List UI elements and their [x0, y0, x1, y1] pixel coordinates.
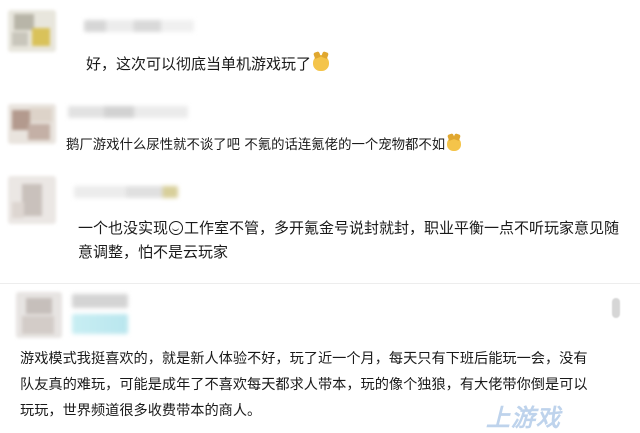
comment-3: 一个也没实现 工作室不管，多开氪金号说封就封，职业平衡一点不听玩家意见随 意调整，… — [0, 170, 640, 282]
avatar[interactable] — [16, 292, 62, 338]
smile-emoji-icon — [169, 221, 184, 235]
avatar[interactable] — [8, 176, 56, 224]
user-tag-blurred — [72, 314, 128, 334]
comment-text: 一个也没实现 工作室不管，多开氪金号说封就封，职业平衡一点不听玩家意见随 意调整，… — [78, 216, 619, 264]
comment-2: 鹅厂游戏什么尿性就不谈了吧 不氪的话连氪佬的一个宠物都不如 — [0, 92, 640, 170]
scrollbar-thumb[interactable] — [612, 298, 620, 318]
dog-emoji-icon — [447, 137, 462, 151]
username-blurred[interactable] — [68, 106, 188, 118]
username-blurred[interactable] — [72, 294, 128, 308]
username-blurred[interactable] — [74, 186, 178, 198]
comment-text-line: 鹅厂游戏什么尿性就不谈了吧 不氪的话连氪佬的一个宠物都不如 — [66, 138, 446, 153]
avatar[interactable] — [8, 104, 56, 144]
comment-text-line: 工作室不管，多开氪金号说封就封，职业平衡一点不听玩家意见随 — [184, 219, 620, 237]
comment-text-line: 一个也没实现 — [78, 219, 169, 237]
comment-text: 鹅厂游戏什么尿性就不谈了吧 不氪的话连氪佬的一个宠物都不如 — [66, 134, 462, 158]
comment-text: 好，这次可以彻底当单机游戏玩了 — [86, 52, 330, 76]
comment-text-line: 游戏模式我挺喜欢的，就是新人体验不好，玩了近一个月，每天只有下班后能玩一会，没有 — [20, 351, 588, 367]
comment-text-line: 好，这次可以彻底当单机游戏玩了 — [86, 55, 312, 73]
comment-text-line: 意调整，怕不是云玩家 — [78, 243, 229, 261]
comment-1: 好，这次可以彻底当单机游戏玩了 — [0, 0, 640, 92]
dog-emoji-icon — [313, 55, 330, 71]
comment-text-line: 队友真的难玩，可能是成年了不喜欢每天都求人带本，玩的像个独狼，有大佬带你倒是可以 — [20, 377, 588, 393]
watermark-logo: 上游戏 — [486, 404, 561, 432]
avatar[interactable] — [8, 10, 56, 52]
username-blurred[interactable] — [84, 20, 194, 32]
